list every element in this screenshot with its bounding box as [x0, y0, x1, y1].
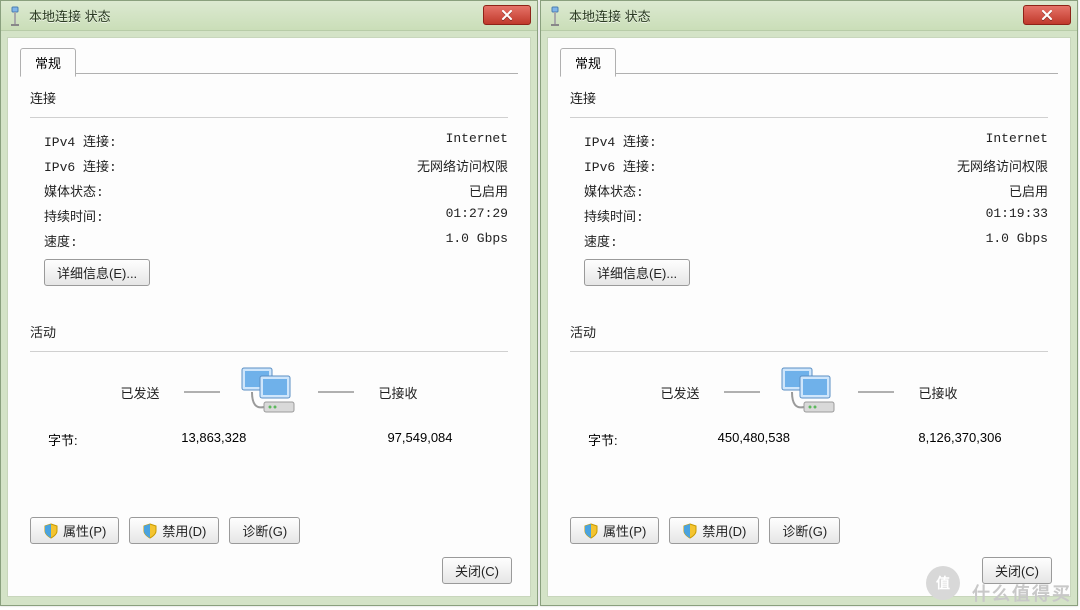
- media-label: 媒体状态:: [584, 181, 644, 200]
- duration-row: 持续时间: 01:27:29: [30, 203, 508, 228]
- titlebar[interactable]: 本地连接 状态: [541, 1, 1077, 31]
- shield-icon: [682, 523, 698, 539]
- ipv4-label: IPv4 连接:: [584, 131, 657, 150]
- close-icon: [501, 8, 513, 23]
- duration-value: 01:19:33: [986, 206, 1048, 225]
- shield-icon: [43, 523, 59, 539]
- client-area: 常规 连接 IPv4 连接: Internet IPv6 连接: 无网络访问权限 媒…: [547, 37, 1071, 597]
- section-divider: [30, 117, 508, 118]
- tabstrip: 常规: [560, 48, 1058, 74]
- tabstrip: 常规: [20, 48, 518, 74]
- ipv6-label: IPv6 连接:: [44, 156, 117, 175]
- bytes-sent: 450,480,538: [684, 430, 824, 449]
- speed-row: 速度: 1.0 Gbps: [30, 228, 508, 253]
- dash-right: [318, 391, 354, 393]
- speed-value: 1.0 Gbps: [986, 231, 1048, 250]
- close-dialog-button[interactable]: 关闭(C): [442, 557, 512, 584]
- status-dialog: 本地连接 状态 常规 连接 IPv4 连接: Internet IPv6 连接: 无…: [540, 0, 1078, 606]
- client-area: 常规 连接 IPv4 连接: Internet IPv6 连接: 无网络访问权限 媒…: [7, 37, 531, 597]
- bytes-row: 字节: 13,863,328 97,549,084: [30, 430, 508, 449]
- dash-left: [184, 391, 220, 393]
- ipv6-row: IPv6 连接: 无网络访问权限: [570, 153, 1048, 178]
- shield-icon: [583, 523, 599, 539]
- network-computers-icon: [774, 362, 844, 422]
- media-label: 媒体状态:: [44, 181, 104, 200]
- diagnose-button[interactable]: 诊断(G): [769, 517, 840, 544]
- properties-label: 属性(P): [603, 521, 646, 540]
- connection-header: 连接: [30, 88, 508, 107]
- sent-label: 已发送: [650, 383, 710, 402]
- close-icon: [1041, 8, 1053, 23]
- speed-label: 速度:: [584, 231, 618, 250]
- activity-header: 活动: [570, 322, 1048, 341]
- network-computers-icon: [234, 362, 304, 422]
- duration-label: 持续时间:: [584, 206, 644, 225]
- details-button[interactable]: 详细信息(E)...: [44, 259, 150, 286]
- duration-label: 持续时间:: [44, 206, 104, 225]
- status-dialog: 本地连接 状态 常规 连接 IPv4 连接: Internet IPv6 连接: 无…: [0, 0, 538, 606]
- media-value: 已启用: [1009, 181, 1048, 200]
- ipv6-row: IPv6 连接: 无网络访问权限: [30, 153, 508, 178]
- close-button[interactable]: [483, 5, 531, 25]
- bytes-recv: 97,549,084: [350, 430, 490, 449]
- close-dialog-button[interactable]: 关闭(C): [982, 557, 1052, 584]
- diagnose-button[interactable]: 诊断(G): [229, 517, 300, 544]
- properties-button[interactable]: 属性(P): [30, 517, 119, 544]
- dash-right: [858, 391, 894, 393]
- speed-label: 速度:: [44, 231, 78, 250]
- recv-label: 已接收: [908, 383, 968, 402]
- properties-label: 属性(P): [63, 521, 106, 540]
- tab-general[interactable]: 常规: [20, 48, 76, 77]
- ipv4-value: Internet: [446, 131, 508, 150]
- dash-left: [724, 391, 760, 393]
- ipv4-label: IPv4 连接:: [44, 131, 117, 150]
- bytes-recv: 8,126,370,306: [890, 430, 1030, 449]
- ipv4-value: Internet: [986, 131, 1048, 150]
- shield-icon: [142, 523, 158, 539]
- section-divider: [30, 351, 508, 352]
- ipv6-value: 无网络访问权限: [957, 156, 1048, 175]
- details-button[interactable]: 详细信息(E)...: [584, 259, 690, 286]
- duration-value: 01:27:29: [446, 206, 508, 225]
- activity-header: 活动: [30, 322, 508, 341]
- tab-general[interactable]: 常规: [560, 48, 616, 77]
- close-button[interactable]: [1023, 5, 1071, 25]
- ipv4-row: IPv4 连接: Internet: [30, 128, 508, 153]
- window-title: 本地连接 状态: [29, 6, 111, 25]
- connection-header: 连接: [570, 88, 1048, 107]
- action-button-row: 属性(P) 禁用(D) 诊断(G): [570, 517, 840, 544]
- ipv4-row: IPv4 连接: Internet: [570, 128, 1048, 153]
- disable-button[interactable]: 禁用(D): [669, 517, 759, 544]
- media-value: 已启用: [469, 181, 508, 200]
- network-adapter-icon: [547, 6, 563, 26]
- duration-row: 持续时间: 01:19:33: [570, 203, 1048, 228]
- recv-label: 已接收: [368, 383, 428, 402]
- action-button-row: 属性(P) 禁用(D) 诊断(G): [30, 517, 300, 544]
- bytes-row: 字节: 450,480,538 8,126,370,306: [570, 430, 1048, 449]
- activity-graphic: 已发送 已接收: [30, 362, 508, 422]
- section-divider: [570, 351, 1048, 352]
- ipv6-value: 无网络访问权限: [417, 156, 508, 175]
- disable-label: 禁用(D): [702, 521, 746, 540]
- bytes-sent: 13,863,328: [144, 430, 284, 449]
- section-divider: [570, 117, 1048, 118]
- speed-row: 速度: 1.0 Gbps: [570, 228, 1048, 253]
- desktop: 本地连接 状态 常规 连接 IPv4 连接: Internet IPv6 连接: 无…: [0, 0, 1080, 606]
- disable-label: 禁用(D): [162, 521, 206, 540]
- media-row: 媒体状态: 已启用: [570, 178, 1048, 203]
- network-adapter-icon: [7, 6, 23, 26]
- window-title: 本地连接 状态: [569, 6, 651, 25]
- ipv6-label: IPv6 连接:: [584, 156, 657, 175]
- activity-graphic: 已发送 已接收: [570, 362, 1048, 422]
- sent-label: 已发送: [110, 383, 170, 402]
- speed-value: 1.0 Gbps: [446, 231, 508, 250]
- media-row: 媒体状态: 已启用: [30, 178, 508, 203]
- titlebar[interactable]: 本地连接 状态: [1, 1, 537, 31]
- bytes-label: 字节:: [588, 430, 618, 449]
- bytes-label: 字节:: [48, 430, 78, 449]
- disable-button[interactable]: 禁用(D): [129, 517, 219, 544]
- properties-button[interactable]: 属性(P): [570, 517, 659, 544]
